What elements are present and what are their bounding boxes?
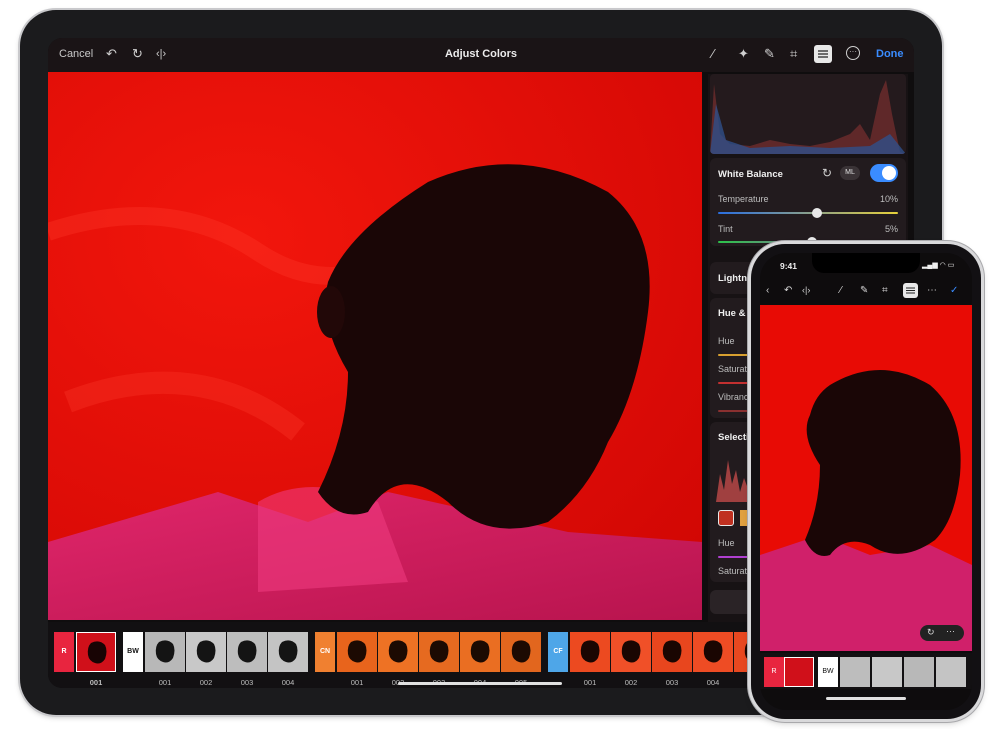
more-icon[interactable]: ⋯	[927, 285, 937, 296]
filter-group-tag-bw[interactable]: BW	[123, 632, 143, 672]
status-icons: ▂▄▆ ◠ ▭	[922, 262, 955, 269]
adjust-sliders-icon[interactable]	[903, 283, 918, 298]
iphone-thumb[interactable]	[904, 657, 934, 687]
undo-icon[interactable]: ↶	[784, 285, 792, 296]
tint-value: 5%	[884, 224, 898, 234]
filter-thumb[interactable]	[419, 632, 459, 672]
home-indicator	[398, 682, 562, 685]
iphone-thumb-selected[interactable]	[784, 657, 814, 687]
compare-icon[interactable]: ‹|›	[156, 47, 166, 61]
white-balance-card: White Balance ↻ ML Temperature 10% Tint …	[710, 158, 906, 247]
iphone-screen: 9:41 ▂▄▆ ◠ ▭ ‹ ↶ ‹|› ⁄ ✎ ⌗ ⋯ ✓ ↻ ··· R B…	[760, 253, 972, 710]
ml-badge[interactable]: ML	[840, 166, 860, 180]
saturation-label: Saturati	[718, 364, 750, 374]
filter-thumb[interactable]	[652, 632, 692, 672]
tint-label: Tint	[718, 224, 733, 234]
filter-thumb[interactable]	[145, 632, 185, 672]
filter-thumb-number: 004	[706, 678, 720, 687]
filter-thumb[interactable]	[378, 632, 418, 672]
iphone-device: 9:41 ▂▄▆ ◠ ▭ ‹ ↶ ‹|› ⁄ ✎ ⌗ ⋯ ✓ ↻ ··· R B…	[751, 244, 981, 719]
iphone-filmstrip: R BW	[760, 653, 972, 689]
done-button[interactable]: Done	[876, 48, 904, 60]
temperature-slider-knob[interactable]	[812, 208, 822, 218]
filter-thumb[interactable]	[501, 632, 541, 672]
adjust-sliders-icon[interactable]	[814, 45, 832, 63]
iphone-action-pill: ↻ ···	[920, 625, 964, 641]
iphone-photo[interactable]	[760, 305, 972, 651]
bw-tag[interactable]: BW	[818, 657, 838, 687]
status-time: 9:41	[780, 261, 798, 271]
eraser-icon[interactable]: ✎	[860, 285, 868, 296]
page-title: Adjust Colors	[444, 48, 518, 60]
filter-thumb[interactable]	[611, 632, 651, 672]
more-icon[interactable]: ···	[946, 626, 955, 636]
lightness-title: Lightne	[718, 273, 753, 284]
filter-group-tag-cf[interactable]: CF	[548, 632, 568, 672]
filter-thumb[interactable]	[268, 632, 308, 672]
filter-thumb[interactable]	[76, 632, 116, 672]
toggle-knob	[882, 166, 896, 180]
temperature-slider[interactable]	[718, 208, 898, 218]
filter-thumb-number: 003	[665, 678, 679, 687]
iphone-thumb[interactable]	[840, 657, 870, 687]
magic-wand-ml-icon[interactable]: ⁄	[840, 285, 842, 296]
photo-canvas[interactable]	[48, 72, 702, 620]
magic-wand-ml-icon[interactable]: ⁄	[712, 47, 714, 61]
filter-thumb[interactable]	[460, 632, 500, 672]
compare-icon[interactable]: ‹|›	[802, 285, 810, 295]
reset-icon[interactable]: ↻	[822, 166, 832, 180]
more-icon[interactable]: ···	[846, 46, 860, 60]
undo-icon[interactable]: ↶	[106, 47, 117, 61]
reset-icon[interactable]: ↻	[927, 627, 935, 638]
white-balance-toggle[interactable]	[870, 164, 898, 182]
filter-thumb[interactable]	[227, 632, 267, 672]
hue-sat-title: Hue & S	[718, 308, 755, 319]
red-swatch[interactable]	[718, 510, 734, 526]
crop-icon[interactable]: ⌗	[882, 285, 888, 296]
tint-slider[interactable]	[718, 237, 898, 247]
iphone-thumb[interactable]	[872, 657, 902, 687]
filter-group-tag-r[interactable]: R	[54, 632, 74, 672]
iphone-notch	[812, 253, 920, 273]
crop-icon[interactable]: ⌗	[790, 47, 797, 61]
back-icon[interactable]: ‹	[766, 285, 769, 296]
filter-group-tag-cn[interactable]: CN	[315, 632, 335, 672]
filter-thumb[interactable]	[337, 632, 377, 672]
vibrance-label: Vibranc	[718, 392, 749, 402]
selective-histogram	[716, 460, 756, 502]
redo-icon[interactable]: ↻	[132, 47, 143, 61]
orange-swatch[interactable]	[740, 510, 750, 526]
filter-thumb-number: 001	[158, 678, 172, 687]
iphone-toolbar: ‹ ↶ ‹|› ⁄ ✎ ⌗ ⋯ ✓	[760, 281, 972, 303]
temperature-value: 10%	[879, 194, 898, 204]
filter-thumb-number: 001	[583, 678, 597, 687]
histogram	[710, 74, 906, 154]
filter-thumb[interactable]	[693, 632, 733, 672]
selective-title: Selecti	[718, 432, 749, 443]
filter-thumb-number: 002	[624, 678, 638, 687]
eraser-icon[interactable]: ✎	[764, 47, 775, 61]
selective-saturation-label: Saturatio	[718, 566, 755, 576]
hue-label: Hue	[718, 336, 735, 346]
selective-hue-label: Hue	[718, 538, 735, 548]
filter-thumb[interactable]	[186, 632, 226, 672]
filter-thumb-number: 003	[240, 678, 254, 687]
white-balance-title: White Balance	[718, 169, 783, 180]
top-toolbar: Cancel ↶ ↻ ‹|› Adjust Colors ⁄ ✦ ✎ ⌗ ···…	[48, 38, 914, 72]
filter-thumb-number: 002	[199, 678, 213, 687]
r-tag[interactable]: R	[764, 657, 784, 687]
done-check-icon[interactable]: ✓	[950, 285, 958, 296]
iphone-thumb[interactable]	[936, 657, 966, 687]
temperature-label: Temperature	[718, 194, 769, 204]
ml-sparkle-icon[interactable]: ✦	[738, 47, 749, 61]
filter-thumb-number: 004	[281, 678, 295, 687]
iphone-home-indicator	[826, 697, 906, 700]
filter-thumb-number: 001	[89, 678, 103, 687]
cancel-button[interactable]: Cancel	[59, 48, 93, 60]
filter-thumb-number: 001	[350, 678, 364, 687]
filter-thumb[interactable]	[570, 632, 610, 672]
